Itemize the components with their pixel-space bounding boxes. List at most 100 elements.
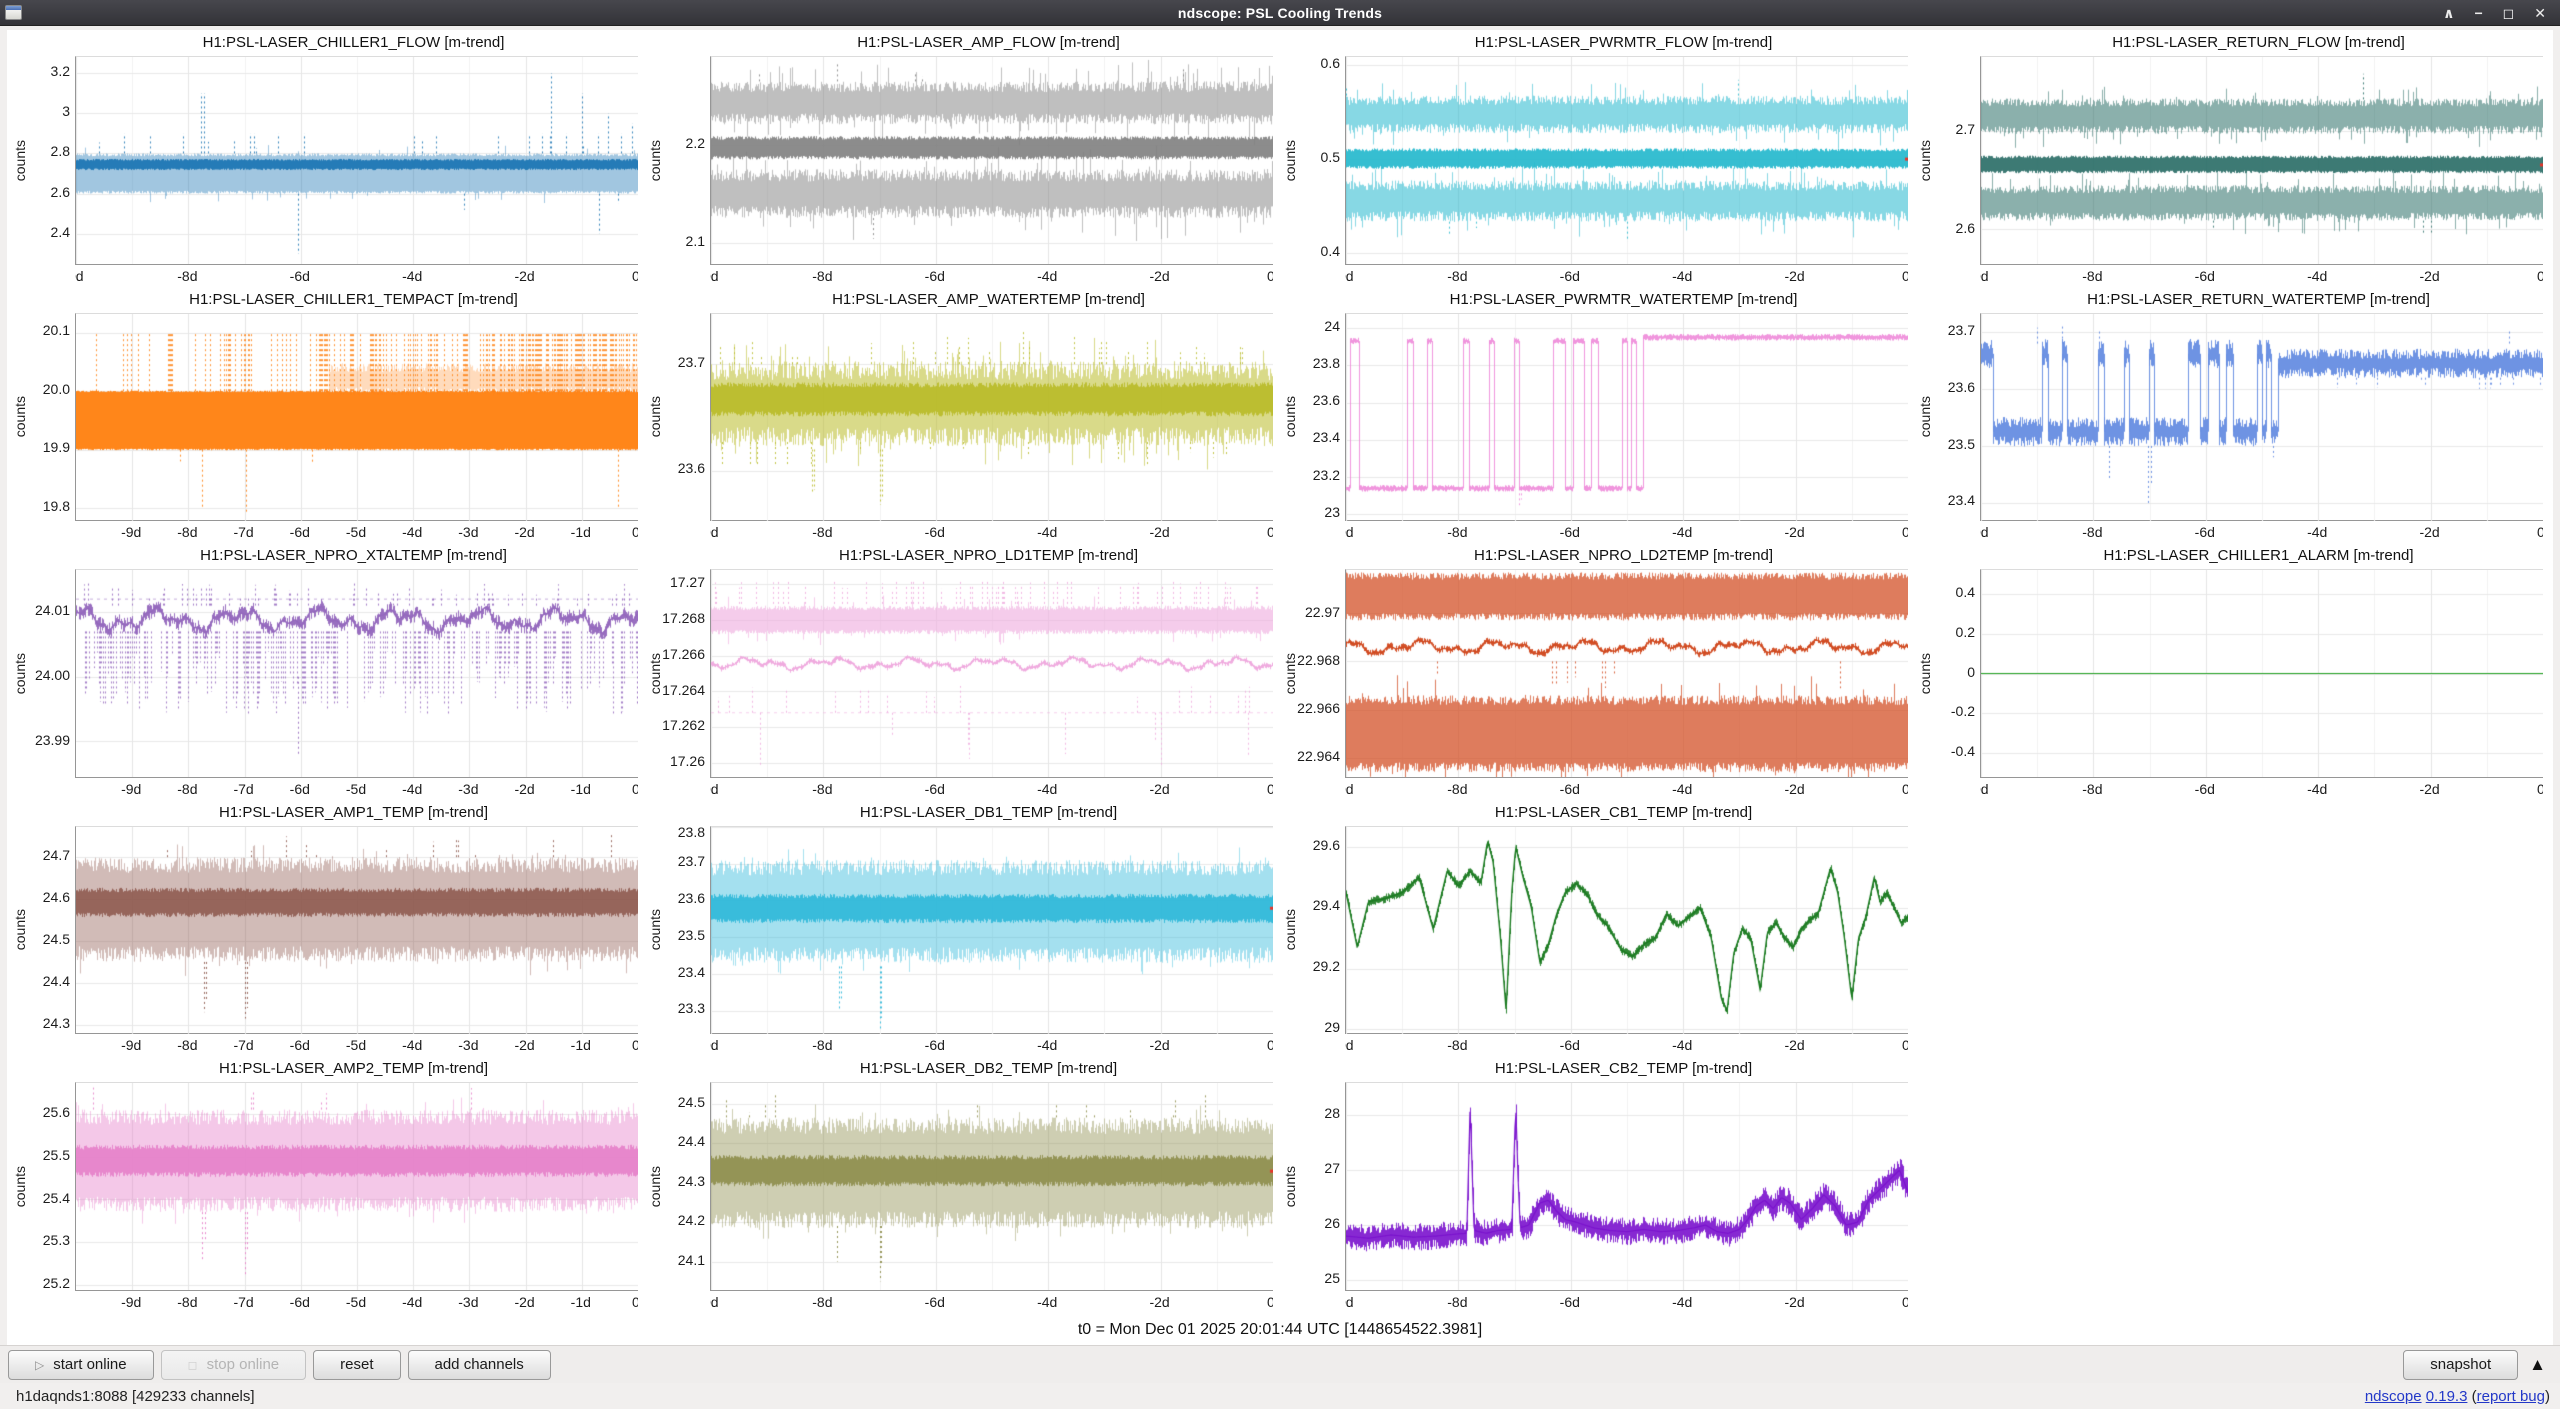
- start-online-button[interactable]: ▷ start online: [8, 1349, 154, 1380]
- plot-viewport[interactable]: [75, 56, 638, 265]
- plot-canvas[interactable]: [1346, 1083, 1908, 1291]
- add-channels-button[interactable]: add channels: [407, 1349, 551, 1380]
- plot-viewport[interactable]: [75, 825, 638, 1035]
- status-bar: h1daqnds1:8088 [429233 channels] ndscope…: [0, 1383, 2560, 1409]
- x-tick-label: 0d: [75, 267, 84, 284]
- plot-H1:PSL-LASER_PWRMTR_WATERTEMP: H1:PSL-LASER_PWRMTR_WATERTEMP [m-trend] c…: [1279, 289, 1914, 546]
- y-tick-label: 26: [1324, 1215, 1340, 1232]
- plot-canvas[interactable]: [711, 826, 1273, 1034]
- plot-viewport[interactable]: [75, 569, 638, 778]
- x-tick-label: -4d: [402, 524, 423, 541]
- x-tick-labels: 0d -8d -6d -4d -2d 0: [1345, 521, 1908, 545]
- plot-viewport[interactable]: [710, 312, 1273, 522]
- plot-title: H1:PSL-LASER_DB1_TEMP [m-trend]: [859, 803, 1118, 821]
- plot-viewport[interactable]: [1980, 569, 2543, 778]
- ndscope-link[interactable]: ndscope: [2365, 1388, 2422, 1405]
- plot-canvas[interactable]: [1346, 313, 1908, 521]
- plot-canvas[interactable]: [1981, 570, 2543, 778]
- x-tick-label: -3d: [458, 524, 479, 541]
- snapshot-button[interactable]: snapshot: [2403, 1349, 2519, 1380]
- plot-canvas[interactable]: [1346, 570, 1908, 778]
- plot-viewport[interactable]: [710, 825, 1273, 1035]
- y-tick-labels: 23.7 23.6: [664, 313, 710, 522]
- reset-button[interactable]: reset: [313, 1349, 401, 1380]
- y-tick-label: 24: [1324, 317, 1340, 334]
- x-tick-label: -8d: [1447, 1294, 1468, 1310]
- version-link[interactable]: 0.19.3: [2426, 1388, 2468, 1405]
- plot-viewport[interactable]: [1980, 56, 2543, 265]
- plot-H1:PSL-LASER_AMP_FLOW: H1:PSL-LASER_AMP_FLOW [m-trend] counts 2.2…: [644, 32, 1279, 289]
- x-tick-label: 0: [632, 1294, 638, 1310]
- x-tick-label: -2d: [1149, 780, 1170, 797]
- plot-canvas[interactable]: [711, 313, 1273, 521]
- plot-canvas[interactable]: [711, 57, 1273, 264]
- y-axis-label: counts: [1282, 139, 1298, 181]
- x-tick-label: -7d: [233, 1037, 254, 1054]
- plot-canvas[interactable]: [76, 570, 638, 778]
- plot-viewport[interactable]: [1345, 312, 1908, 522]
- y-axis-label: counts: [647, 396, 663, 438]
- y-tick-label: 23.3: [677, 1000, 705, 1017]
- play-icon: ▷: [35, 1357, 45, 1372]
- y-tick-labels: 2.7 2.6: [1934, 56, 1980, 265]
- plot-canvas[interactable]: [76, 1083, 638, 1291]
- x-tick-label: -4d: [1037, 780, 1058, 797]
- window-controls: ∧ − ◻ ✕: [2443, 6, 2560, 20]
- y-tick-label: 23.4: [1947, 492, 1975, 509]
- plot-canvas[interactable]: [1981, 57, 2543, 264]
- y-tick-labels: 0.6 0.5 0.4: [1299, 55, 1345, 265]
- plot-canvas[interactable]: [711, 570, 1273, 778]
- plot-viewport[interactable]: [75, 312, 638, 522]
- plot-H1:PSL-LASER_CHILLER1_ALARM: H1:PSL-LASER_CHILLER1_ALARM [m-trend] cou…: [1914, 545, 2549, 802]
- x-tick-label: 0d: [1980, 267, 1989, 284]
- plot-viewport[interactable]: [1345, 569, 1908, 778]
- x-tick-label: 0d: [1980, 780, 1989, 797]
- x-tick-labels: 0d -8d -6d -4d -2d 0: [710, 778, 1273, 802]
- plot-viewport[interactable]: [75, 1082, 638, 1291]
- plot-canvas[interactable]: [1346, 57, 1908, 264]
- y-tick-label: 23.8: [677, 823, 705, 840]
- x-tick-labels: -9d -8d -7d -6d -5d -4d -3d -2d -1d 0: [75, 1034, 638, 1058]
- plot-viewport[interactable]: [1980, 312, 2543, 522]
- x-tick-label: -8d: [1447, 524, 1468, 541]
- plot-viewport[interactable]: [710, 569, 1273, 778]
- minimize-icon[interactable]: −: [2474, 6, 2482, 20]
- x-tick-label: -4d: [2307, 524, 2328, 541]
- plot-canvas[interactable]: [1981, 313, 2543, 521]
- plot-canvas[interactable]: [76, 313, 638, 521]
- plot-viewport[interactable]: [1345, 825, 1908, 1035]
- expand-panel-icon[interactable]: ▲: [2529, 1355, 2546, 1375]
- y-tick-label: 24.5: [677, 1093, 705, 1110]
- plot-viewport[interactable]: [1345, 56, 1908, 265]
- x-tick-labels: 0d -8d -6d -4d -2d 0: [710, 265, 1273, 289]
- y-axis-label: counts: [12, 396, 28, 438]
- x-tick-label: 0: [632, 1037, 638, 1054]
- close-icon[interactable]: ✕: [2534, 6, 2546, 20]
- x-tick-label: -5d: [345, 524, 367, 541]
- plot-title: H1:PSL-LASER_RETURN_WATERTEMP [m-trend]: [2087, 290, 2430, 308]
- x-tick-label: -5d: [345, 1037, 367, 1054]
- plot-viewport[interactable]: [710, 1082, 1273, 1291]
- y-tick-label: -0.2: [1950, 703, 1975, 720]
- report-bug-link[interactable]: report bug: [2477, 1388, 2545, 1405]
- plot-viewport[interactable]: [710, 56, 1273, 265]
- shade-icon[interactable]: ∧: [2443, 6, 2454, 20]
- x-tick-label: -2d: [1784, 524, 1805, 541]
- x-tick-label: -8d: [2082, 780, 2103, 797]
- y-tick-labels: 23.7 23.6 23.5 23.4: [1934, 313, 1980, 522]
- plot-title: H1:PSL-LASER_NPRO_LD1TEMP [m-trend]: [839, 547, 1138, 565]
- plot-canvas[interactable]: [76, 826, 638, 1034]
- plot-canvas[interactable]: [76, 57, 638, 264]
- y-axis-label: counts: [647, 909, 663, 951]
- plot-viewport[interactable]: [1345, 1082, 1908, 1291]
- plot-canvas[interactable]: [711, 1083, 1273, 1291]
- x-tick-label: 0d: [1980, 524, 1989, 541]
- x-tick-label: 0: [632, 780, 638, 797]
- maximize-icon[interactable]: ◻: [2503, 6, 2515, 20]
- x-tick-label: -8d: [812, 524, 833, 541]
- plot-canvas[interactable]: [1346, 826, 1908, 1034]
- x-tick-label: -4d: [402, 267, 423, 284]
- x-tick-label: -2d: [514, 524, 535, 541]
- x-tick-label: 0d: [1345, 524, 1354, 541]
- stop-online-button[interactable]: ◻ stop online: [160, 1349, 307, 1380]
